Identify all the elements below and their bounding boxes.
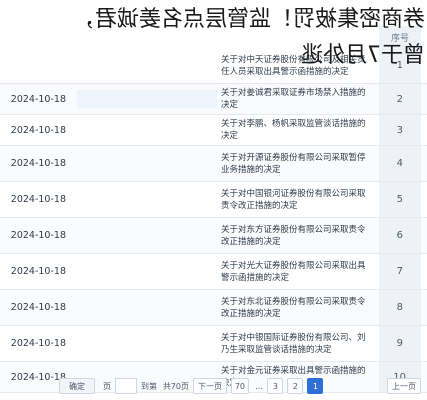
row-number: 5 — [379, 182, 421, 217]
pagination: 上一页 1 2 3 ... 70 下一页 共70页 到第 页 确定 — [0, 378, 427, 396]
row-number: 3 — [379, 115, 421, 145]
row-date: 2024-10-18 — [10, 194, 66, 205]
prev-page-button[interactable]: 上一页 — [387, 378, 421, 394]
table-row[interactable]: 2 关于对姜诚君采取证券市场禁入措施的决定 2024-10-18 — [0, 84, 427, 115]
row-title-link[interactable]: 关于对姜诚君采取证券市场禁入措施的决定 — [221, 84, 371, 114]
row-date: 2024-10-18 — [10, 124, 66, 136]
row-number: 6 — [379, 218, 421, 253]
row-title-link[interactable]: 关于对中银国际证券股份有限公司、刘乃生采取监管谈话措施的决定 — [221, 326, 371, 361]
goto-page-input[interactable] — [115, 378, 137, 394]
table-row[interactable]: 7 关于对光大证券股份有限公司采取出具警示函措施的决定 2024-10-18 — [0, 254, 427, 290]
goto-label: 到第 — [141, 381, 157, 391]
page-button-3[interactable]: 3 — [267, 378, 283, 394]
row-title-link[interactable]: 关于对东北证券股份有限公司采取责令改正措施的决定 — [221, 290, 371, 325]
confirm-goto-button[interactable]: 确定 — [59, 378, 95, 394]
page-button-2[interactable]: 2 — [287, 378, 303, 394]
headline-overlay: 券商密集被罚！监管层点名姜诚君， 曾于7月外逃 — [0, 2, 427, 80]
row-date: 2024-10-18 — [10, 266, 66, 277]
total-pages: 共70页 — [162, 381, 189, 391]
headline-line-2: 曾于7月外逃 — [301, 43, 425, 68]
row-number: 9 — [379, 326, 421, 361]
table-row[interactable]: 6 关于对东方证券股份有限公司采取责令改正措施的决定 2024-10-18 — [0, 218, 427, 254]
row-number: 2 — [379, 84, 421, 114]
row-date: 2024-10-18 — [10, 93, 66, 105]
table-row[interactable]: 3 关于对李鹏、杨帆采取监管谈话措施的决定 2024-10-18 — [0, 115, 427, 146]
table-row[interactable]: 4 关于对开源证券股份有限公司采取暂停业务措施的决定 2024-10-18 — [0, 146, 427, 182]
page-button-last[interactable]: 70 — [231, 378, 249, 394]
page-unit-label: 页 — [103, 381, 111, 391]
row-date: 2024-10-18 — [10, 230, 66, 241]
page-button-1[interactable]: 1 — [307, 378, 323, 394]
row-number: 7 — [379, 254, 421, 289]
row-title-link[interactable]: 关于对开源证券股份有限公司采取暂停业务措施的决定 — [221, 146, 371, 181]
row-date: 2024-10-18 — [10, 158, 66, 169]
row-number: 8 — [379, 290, 421, 325]
row-highlight — [77, 90, 217, 108]
row-title-link[interactable]: 关于对东方证券股份有限公司采取责令改正措施的决定 — [221, 218, 371, 253]
row-title-link[interactable]: 关于对李鹏、杨帆采取监管谈话措施的决定 — [221, 115, 371, 145]
page-ellipsis: ... — [255, 381, 263, 391]
table-row[interactable]: 8 关于对东北证券股份有限公司采取责令改正措施的决定 2024-10-18 — [0, 290, 427, 326]
row-number: 4 — [379, 146, 421, 181]
table-row[interactable]: 5 关于对中国银河证券股份有限公司采取责令改正措施的决定 2024-10-18 — [0, 182, 427, 218]
row-date: 2024-10-18 — [10, 338, 66, 349]
headline-line-1: 券商密集被罚！监管层点名姜诚君， — [72, 7, 425, 32]
row-title-link[interactable]: 关于对光大证券股份有限公司采取出具警示函措施的决定 — [221, 254, 371, 289]
row-title-link[interactable]: 关于对中国银河证券股份有限公司采取责令改正措施的决定 — [221, 182, 371, 217]
row-date: 2024-10-18 — [10, 302, 66, 313]
penalty-table: 1 关于对中天证券股份有限公司及相关责任人员采取出具警示函措施的决定 2 关于对… — [0, 48, 427, 393]
next-page-button[interactable]: 下一页 — [193, 378, 227, 394]
table-row[interactable]: 9 关于对中银国际证券股份有限公司、刘乃生采取监管谈话措施的决定 2024-10… — [0, 326, 427, 362]
